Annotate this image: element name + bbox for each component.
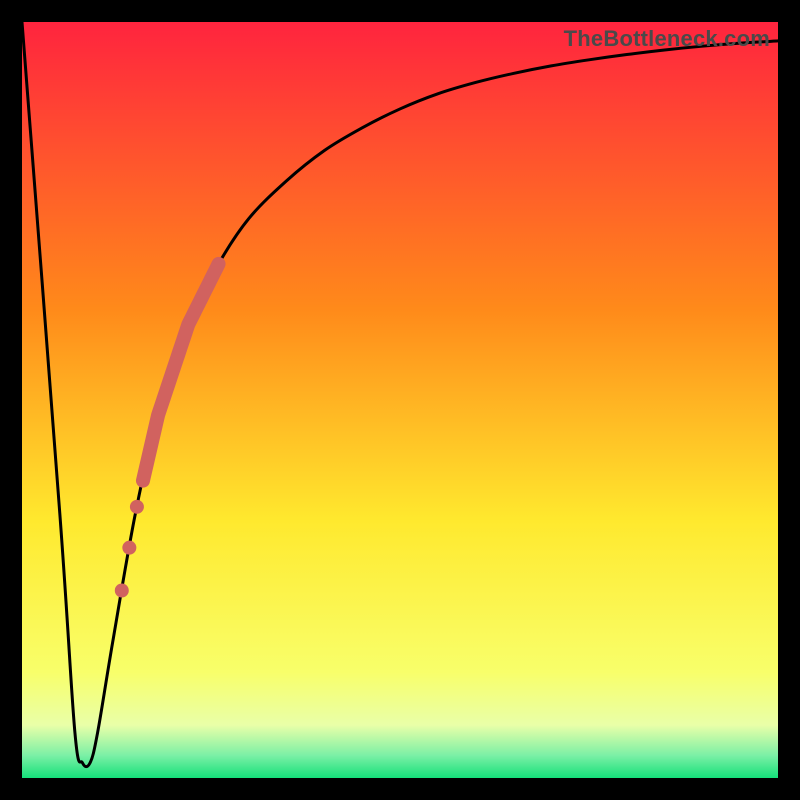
bottleneck-chart xyxy=(22,22,778,778)
plot-area: TheBottleneck.com xyxy=(22,22,778,778)
gradient-background xyxy=(22,22,778,778)
highlight-dot xyxy=(122,541,136,555)
highlight-dot xyxy=(130,500,144,514)
highlight-dot xyxy=(115,584,129,598)
chart-frame: TheBottleneck.com xyxy=(0,0,800,800)
